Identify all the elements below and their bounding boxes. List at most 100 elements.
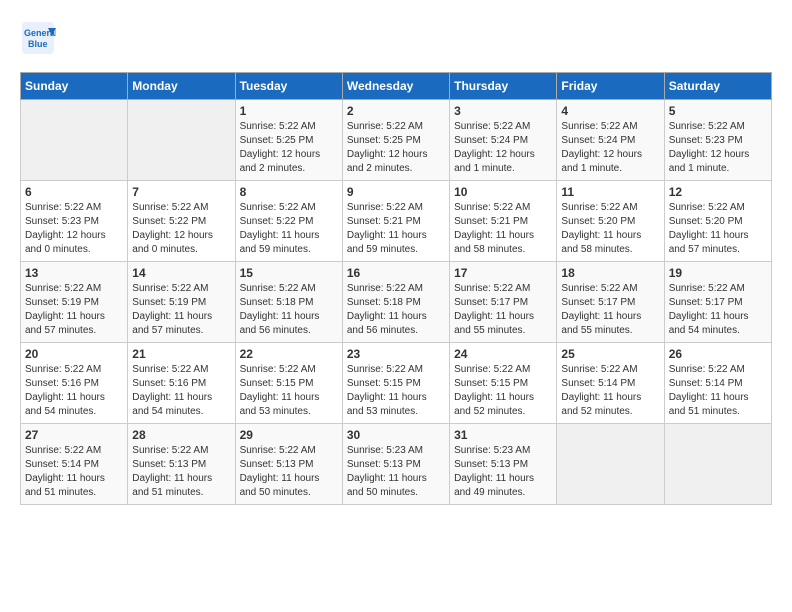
day-info: Sunrise: 5:22 AM Sunset: 5:13 PM Dayligh… [240,444,338,500]
day-info: Sunrise: 5:22 AM Sunset: 5:15 PM Dayligh… [347,363,445,419]
weekday-header: Wednesday [342,73,449,100]
day-info: Sunrise: 5:22 AM Sunset: 5:15 PM Dayligh… [454,363,552,419]
calendar-cell: 28Sunrise: 5:22 AM Sunset: 5:13 PM Dayli… [128,424,235,505]
calendar-cell: 6 Sunrise: 5:22 AM Sunset: 5:23 PM Daylig… [21,181,128,262]
day-number: 26 [669,347,767,361]
day-info: Sunrise: 5:22 AM Sunset: 5:14 PM Dayligh… [25,444,123,500]
weekday-header-row: SundayMondayTuesdayWednesdayThursdayFrid… [21,73,772,100]
calendar-week-row: 20Sunrise: 5:22 AM Sunset: 5:16 PM Dayli… [21,343,772,424]
day-info: Sunrise: 5:22 AM Sunset: 5:25 PM Dayligh… [347,120,445,176]
calendar-cell: 30 Sunrise: 5:23 AM Sunset: 5:13 PM Dayli… [342,424,449,505]
calendar-week-row: 1Sunrise: 5:22 AM Sunset: 5:25 PM Daylig… [21,100,772,181]
day-number: 5 [669,104,767,118]
day-number: 14 [132,266,230,280]
calendar-cell [21,100,128,181]
logo-icon: General Blue [20,20,56,56]
calendar-cell: 13 Sunrise: 5:22 AM Sunset: 5:19 PM Dayli… [21,262,128,343]
day-number: 6 [25,185,123,199]
calendar-cell: 16Sunrise: 5:22 AM Sunset: 5:18 PM Dayli… [342,262,449,343]
weekday-header: Friday [557,73,664,100]
day-info: Sunrise: 5:22 AM Sunset: 5:22 PM Dayligh… [132,201,230,257]
day-info: Sunrise: 5:22 AM Sunset: 5:22 PM Dayligh… [240,201,338,257]
calendar-cell: 31Sunrise: 5:23 AM Sunset: 5:13 PM Dayli… [450,424,557,505]
day-number: 29 [240,428,338,442]
calendar-cell: 18 Sunrise: 5:22 AM Sunset: 5:17 PM Dayli… [557,262,664,343]
day-info: Sunrise: 5:22 AM Sunset: 5:16 PM Dayligh… [132,363,230,419]
calendar-cell: 24 Sunrise: 5:22 AM Sunset: 5:15 PM Dayli… [450,343,557,424]
day-number: 2 [347,104,445,118]
day-info: Sunrise: 5:22 AM Sunset: 5:18 PM Dayligh… [240,282,338,338]
day-info: Sunrise: 5:22 AM Sunset: 5:20 PM Dayligh… [669,201,767,257]
calendar-cell: 5 Sunrise: 5:22 AM Sunset: 5:23 PM Daylig… [664,100,771,181]
day-info: Sunrise: 5:22 AM Sunset: 5:17 PM Dayligh… [561,282,659,338]
calendar-cell: 9 Sunrise: 5:22 AM Sunset: 5:21 PM Daylig… [342,181,449,262]
calendar-cell: 3 Sunrise: 5:22 AM Sunset: 5:24 PM Daylig… [450,100,557,181]
day-number: 27 [25,428,123,442]
day-info: Sunrise: 5:22 AM Sunset: 5:17 PM Dayligh… [669,282,767,338]
day-info: Sunrise: 5:22 AM Sunset: 5:24 PM Dayligh… [561,120,659,176]
calendar-cell: 10 Sunrise: 5:22 AM Sunset: 5:21 PM Dayli… [450,181,557,262]
calendar-cell: 26 Sunrise: 5:22 AM Sunset: 5:14 PM Dayli… [664,343,771,424]
svg-text:Blue: Blue [28,39,48,49]
day-info: Sunrise: 5:23 AM Sunset: 5:13 PM Dayligh… [347,444,445,500]
calendar-cell: 21 Sunrise: 5:22 AM Sunset: 5:16 PM Dayli… [128,343,235,424]
calendar-cell: 27 Sunrise: 5:22 AM Sunset: 5:14 PM Dayli… [21,424,128,505]
day-number: 31 [454,428,552,442]
calendar-cell: 11Sunrise: 5:22 AM Sunset: 5:20 PM Dayli… [557,181,664,262]
day-info: Sunrise: 5:22 AM Sunset: 5:16 PM Dayligh… [25,363,123,419]
day-info: Sunrise: 5:22 AM Sunset: 5:15 PM Dayligh… [240,363,338,419]
day-number: 4 [561,104,659,118]
day-number: 3 [454,104,552,118]
weekday-header: Tuesday [235,73,342,100]
day-info: Sunrise: 5:22 AM Sunset: 5:14 PM Dayligh… [561,363,659,419]
day-info: Sunrise: 5:22 AM Sunset: 5:20 PM Dayligh… [561,201,659,257]
calendar-week-row: 27 Sunrise: 5:22 AM Sunset: 5:14 PM Dayli… [21,424,772,505]
day-info: Sunrise: 5:22 AM Sunset: 5:23 PM Dayligh… [25,201,123,257]
calendar-cell [128,100,235,181]
weekday-header: Monday [128,73,235,100]
calendar-cell: 15 Sunrise: 5:22 AM Sunset: 5:18 PM Dayli… [235,262,342,343]
day-number: 25 [561,347,659,361]
calendar-cell: 4 Sunrise: 5:22 AM Sunset: 5:24 PM Daylig… [557,100,664,181]
day-number: 30 [347,428,445,442]
day-info: Sunrise: 5:22 AM Sunset: 5:23 PM Dayligh… [669,120,767,176]
day-number: 9 [347,185,445,199]
calendar-table: SundayMondayTuesdayWednesdayThursdayFrid… [20,72,772,505]
day-info: Sunrise: 5:22 AM Sunset: 5:21 PM Dayligh… [347,201,445,257]
day-info: Sunrise: 5:22 AM Sunset: 5:17 PM Dayligh… [454,282,552,338]
day-info: Sunrise: 5:22 AM Sunset: 5:25 PM Dayligh… [240,120,338,176]
day-number: 7 [132,185,230,199]
calendar-cell: 25 Sunrise: 5:22 AM Sunset: 5:14 PM Dayli… [557,343,664,424]
day-number: 18 [561,266,659,280]
calendar-cell: 2 Sunrise: 5:22 AM Sunset: 5:25 PM Daylig… [342,100,449,181]
day-number: 24 [454,347,552,361]
day-number: 28 [132,428,230,442]
calendar-cell: 14 Sunrise: 5:22 AM Sunset: 5:19 PM Dayli… [128,262,235,343]
day-number: 12 [669,185,767,199]
day-number: 13 [25,266,123,280]
calendar-cell: 8 Sunrise: 5:22 AM Sunset: 5:22 PM Daylig… [235,181,342,262]
day-number: 10 [454,185,552,199]
calendar-cell [664,424,771,505]
logo: General Blue [20,20,62,56]
calendar-cell: 1Sunrise: 5:22 AM Sunset: 5:25 PM Daylig… [235,100,342,181]
day-info: Sunrise: 5:22 AM Sunset: 5:14 PM Dayligh… [669,363,767,419]
day-info: Sunrise: 5:22 AM Sunset: 5:21 PM Dayligh… [454,201,552,257]
day-number: 15 [240,266,338,280]
calendar-cell: 19 Sunrise: 5:22 AM Sunset: 5:17 PM Dayli… [664,262,771,343]
day-number: 21 [132,347,230,361]
day-number: 22 [240,347,338,361]
calendar-week-row: 13 Sunrise: 5:22 AM Sunset: 5:19 PM Dayli… [21,262,772,343]
day-number: 17 [454,266,552,280]
day-info: Sunrise: 5:22 AM Sunset: 5:18 PM Dayligh… [347,282,445,338]
calendar-cell: 29 Sunrise: 5:22 AM Sunset: 5:13 PM Dayli… [235,424,342,505]
weekday-header: Thursday [450,73,557,100]
day-number: 23 [347,347,445,361]
day-number: 8 [240,185,338,199]
day-info: Sunrise: 5:22 AM Sunset: 5:24 PM Dayligh… [454,120,552,176]
day-number: 19 [669,266,767,280]
weekday-header: Saturday [664,73,771,100]
day-info: Sunrise: 5:22 AM Sunset: 5:19 PM Dayligh… [132,282,230,338]
day-info: Sunrise: 5:22 AM Sunset: 5:19 PM Dayligh… [25,282,123,338]
calendar-week-row: 6 Sunrise: 5:22 AM Sunset: 5:23 PM Daylig… [21,181,772,262]
